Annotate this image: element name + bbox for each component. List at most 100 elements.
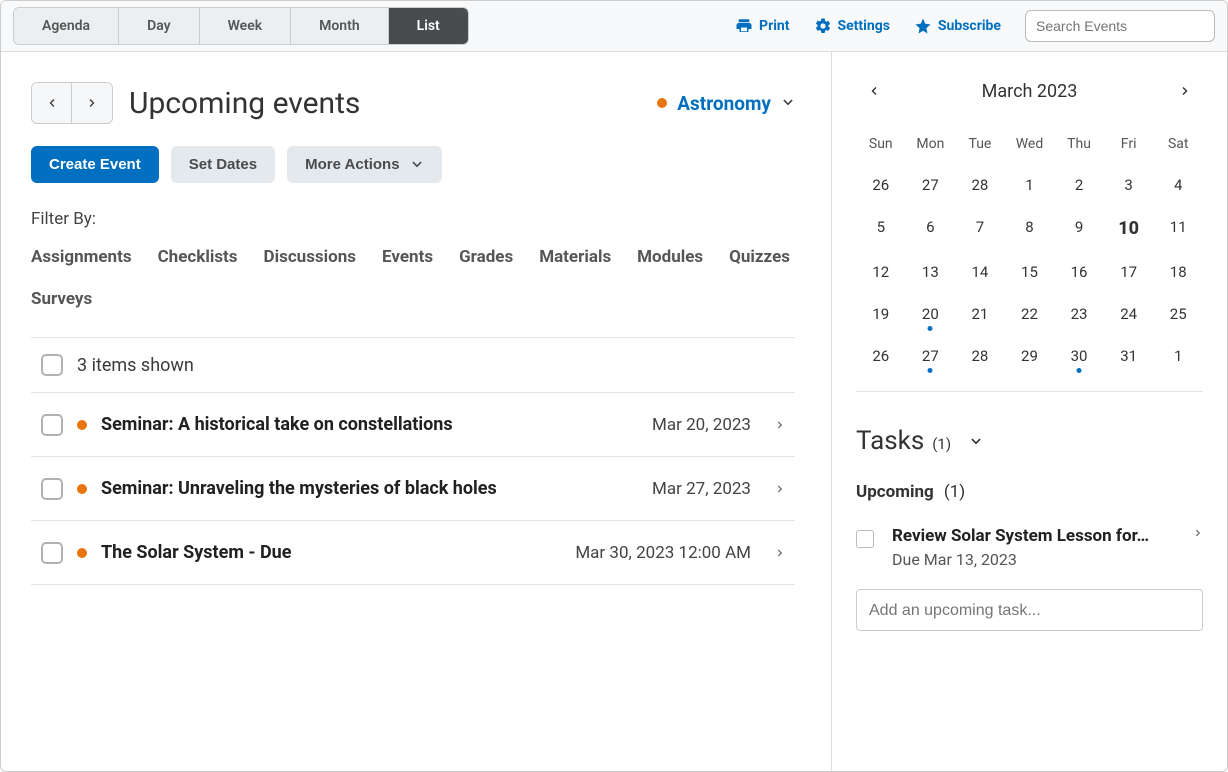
minical-day[interactable]: 13 bbox=[906, 251, 956, 293]
minical-day[interactable]: 29 bbox=[1005, 335, 1055, 377]
minical-day[interactable]: 17 bbox=[1104, 251, 1154, 293]
minical-week: 19202122232425 bbox=[856, 293, 1203, 335]
page-title: Upcoming events bbox=[129, 86, 360, 121]
filter-events[interactable]: Events bbox=[382, 247, 433, 267]
event-checkbox[interactable] bbox=[41, 414, 63, 436]
minical-header: March 2023 bbox=[856, 78, 1203, 104]
minical-day[interactable]: 21 bbox=[955, 293, 1005, 335]
filter-modules[interactable]: Modules bbox=[637, 247, 703, 267]
minical-day[interactable]: 19 bbox=[856, 293, 906, 335]
minical-day[interactable]: 25 bbox=[1153, 293, 1203, 335]
view-tabs: AgendaDayWeekMonthList bbox=[13, 7, 469, 45]
filter-surveys[interactable]: Surveys bbox=[31, 289, 92, 309]
minical-week: 567891011 bbox=[856, 206, 1203, 251]
mini-calendar: SunMonTueWedThuFriSat 262728123456789101… bbox=[856, 128, 1203, 392]
event-checkbox[interactable] bbox=[41, 542, 63, 564]
tab-month[interactable]: Month bbox=[291, 8, 389, 44]
minical-day[interactable]: 26 bbox=[856, 164, 906, 206]
task-checkbox[interactable] bbox=[856, 530, 874, 548]
minical-next-button[interactable] bbox=[1173, 78, 1197, 104]
filter-grades[interactable]: Grades bbox=[459, 247, 513, 267]
select-all-checkbox[interactable] bbox=[41, 354, 63, 376]
set-dates-button[interactable]: Set Dates bbox=[171, 146, 275, 183]
next-period-button[interactable] bbox=[72, 83, 112, 123]
tasks-count: (1) bbox=[932, 435, 951, 453]
task-name: Review Solar System Lesson for… bbox=[892, 526, 1175, 546]
minical-day[interactable]: 3 bbox=[1104, 164, 1154, 206]
prev-period-button[interactable] bbox=[32, 83, 72, 123]
course-name: Astronomy bbox=[677, 92, 771, 115]
minical-day[interactable]: 11 bbox=[1153, 206, 1203, 251]
filter-quizzes[interactable]: Quizzes bbox=[729, 247, 790, 267]
minical-week: 2627282930311 bbox=[856, 335, 1203, 377]
button-row: Create Event Set Dates More Actions bbox=[31, 146, 795, 183]
minical-day[interactable]: 6 bbox=[906, 206, 956, 251]
minical-day[interactable]: 28 bbox=[955, 164, 1005, 206]
minical-day[interactable]: 16 bbox=[1054, 251, 1104, 293]
gear-icon bbox=[814, 17, 832, 35]
minical-day[interactable]: 18 bbox=[1153, 251, 1203, 293]
task-item[interactable]: Review Solar System Lesson for…Due Mar 1… bbox=[856, 526, 1203, 569]
tab-list[interactable]: List bbox=[389, 8, 468, 44]
tab-day[interactable]: Day bbox=[119, 8, 200, 44]
chevron-down-icon bbox=[410, 158, 424, 172]
minical-day[interactable]: 27 bbox=[906, 164, 956, 206]
minical-day[interactable]: 10 bbox=[1104, 206, 1154, 251]
tab-week[interactable]: Week bbox=[200, 8, 292, 44]
minical-day[interactable]: 7 bbox=[955, 206, 1005, 251]
minical-day[interactable]: 2 bbox=[1054, 164, 1104, 206]
print-button[interactable]: Print bbox=[735, 17, 789, 35]
event-item[interactable]: The Solar System - DueMar 30, 2023 12:00… bbox=[31, 520, 795, 585]
chevron-right-icon bbox=[1179, 84, 1191, 98]
tasks-header[interactable]: Tasks (1) bbox=[856, 426, 1203, 456]
more-actions-label: More Actions bbox=[305, 156, 399, 173]
subscribe-button[interactable]: Subscribe bbox=[914, 17, 1001, 35]
add-task-input[interactable] bbox=[869, 602, 1190, 620]
minical-day[interactable]: 22 bbox=[1005, 293, 1055, 335]
create-event-button[interactable]: Create Event bbox=[31, 146, 159, 183]
minical-day[interactable]: 1 bbox=[1153, 335, 1203, 377]
minical-day[interactable]: 26 bbox=[856, 335, 906, 377]
minical-day[interactable]: 4 bbox=[1153, 164, 1203, 206]
header-row: Upcoming events Astronomy bbox=[31, 82, 795, 124]
more-actions-button[interactable]: More Actions bbox=[287, 146, 441, 183]
minical-day[interactable]: 12 bbox=[856, 251, 906, 293]
event-color-dot bbox=[77, 484, 87, 494]
print-label: Print bbox=[759, 18, 789, 34]
filter-materials[interactable]: Materials bbox=[539, 247, 611, 267]
filter-checklists[interactable]: Checklists bbox=[158, 247, 238, 267]
event-checkbox[interactable] bbox=[41, 478, 63, 500]
tasks-subcount: (1) bbox=[944, 482, 965, 502]
minical-day[interactable]: 20 bbox=[906, 293, 956, 335]
minical-prev-button[interactable] bbox=[862, 78, 886, 104]
filter-discussions[interactable]: Discussions bbox=[264, 247, 356, 267]
minical-day[interactable]: 8 bbox=[1005, 206, 1055, 251]
minical-day[interactable]: 1 bbox=[1005, 164, 1055, 206]
minical-day[interactable]: 28 bbox=[955, 335, 1005, 377]
minical-day[interactable]: 14 bbox=[955, 251, 1005, 293]
event-item[interactable]: Seminar: Unraveling the mysteries of bla… bbox=[31, 456, 795, 520]
filter-assignments[interactable]: Assignments bbox=[31, 247, 132, 267]
calendar-app: AgendaDayWeekMonthList Print Settings Su… bbox=[0, 0, 1228, 772]
event-title: Seminar: A historical take on constellat… bbox=[101, 411, 638, 438]
add-task-box[interactable] bbox=[856, 589, 1203, 631]
list-header: 3 items shown bbox=[31, 337, 795, 392]
task-body: Review Solar System Lesson for…Due Mar 1… bbox=[892, 526, 1175, 569]
minical-day[interactable]: 31 bbox=[1104, 335, 1154, 377]
minical-day[interactable]: 15 bbox=[1005, 251, 1055, 293]
minical-day[interactable]: 5 bbox=[856, 206, 906, 251]
search-box[interactable] bbox=[1025, 10, 1215, 42]
star-icon bbox=[914, 17, 932, 35]
minical-month-label: March 2023 bbox=[982, 81, 1078, 102]
course-selector[interactable]: Astronomy bbox=[657, 92, 795, 115]
minical-day[interactable]: 24 bbox=[1104, 293, 1154, 335]
settings-button[interactable]: Settings bbox=[814, 17, 890, 35]
event-item[interactable]: Seminar: A historical take on constellat… bbox=[31, 392, 795, 456]
minical-day[interactable]: 23 bbox=[1054, 293, 1104, 335]
topbar: AgendaDayWeekMonthList Print Settings Su… bbox=[1, 1, 1227, 52]
minical-day[interactable]: 30 bbox=[1054, 335, 1104, 377]
tab-agenda[interactable]: Agenda bbox=[14, 8, 119, 44]
minical-day[interactable]: 27 bbox=[906, 335, 956, 377]
search-input[interactable] bbox=[1036, 18, 1217, 34]
minical-day[interactable]: 9 bbox=[1054, 206, 1104, 251]
